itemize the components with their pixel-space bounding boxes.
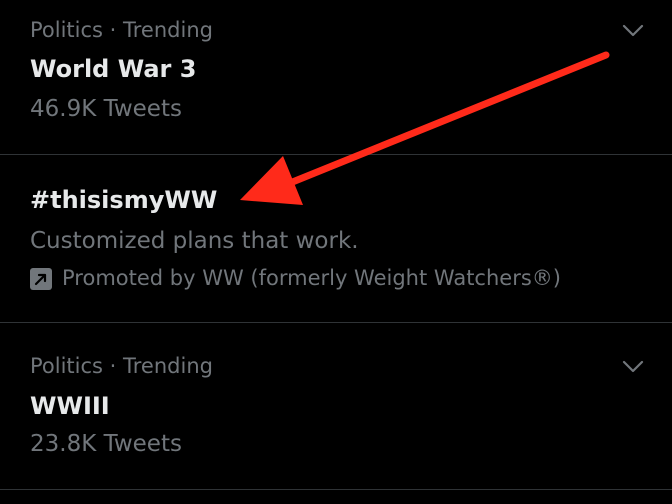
- promoted-description: Customized plans that work.: [30, 228, 359, 254]
- trend-title: #thisismyWW: [30, 186, 218, 214]
- trend-tweet-count: 23.8K Tweets: [30, 431, 182, 457]
- trend-item-promoted-thisismyww[interactable]: #thisismyWW Customized plans that work. …: [0, 155, 672, 322]
- divider: [0, 489, 672, 490]
- trend-category: Politics · Trending: [30, 18, 213, 42]
- trend-item-wwiii[interactable]: Politics · Trending WWIII 23.8K Tweets: [0, 323, 672, 489]
- chevron-down-icon[interactable]: [622, 24, 644, 38]
- trend-title: World War 3: [30, 55, 197, 83]
- trend-item-world-war-3[interactable]: Politics · Trending World War 3 46.9K Tw…: [0, 0, 672, 154]
- trend-category: Politics · Trending: [30, 354, 213, 378]
- promoted-by-label: Promoted by WW (formerly Weight Watchers…: [62, 266, 561, 290]
- promoted-arrow-icon: [30, 268, 52, 290]
- chevron-down-icon[interactable]: [622, 360, 644, 374]
- trend-title: WWIII: [30, 392, 110, 420]
- trend-tweet-count: 46.9K Tweets: [30, 96, 182, 122]
